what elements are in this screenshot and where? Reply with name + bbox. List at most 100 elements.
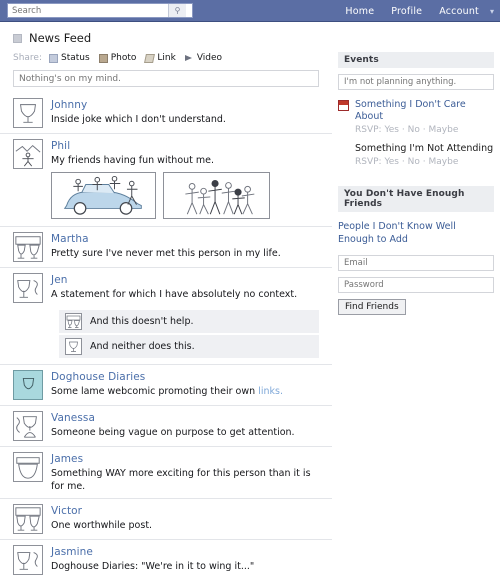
share-status-label: Status — [61, 53, 90, 63]
events-section-header: Events — [338, 52, 494, 68]
rsvp-maybe-link[interactable]: Maybe — [429, 157, 459, 167]
password-field-wrap[interactable] — [338, 277, 494, 293]
avatar[interactable] — [13, 273, 43, 303]
avatar[interactable] — [13, 370, 43, 400]
password-field[interactable] — [339, 278, 493, 292]
event-title[interactable]: Something I Don't Care About — [355, 99, 494, 123]
post-author-name[interactable]: Johnny — [51, 99, 319, 112]
news-feed-icon — [13, 33, 22, 43]
share-link-button[interactable]: Link — [144, 53, 176, 63]
photo-thumbnail-car[interactable] — [51, 172, 156, 219]
goblet-icon — [22, 378, 35, 390]
search-icon[interactable]: ⚲ — [168, 4, 186, 17]
status-input[interactable] — [14, 71, 318, 86]
post-text: Doghouse Diaries: "We're in it to wing i… — [51, 561, 255, 572]
rsvp-separator: · — [401, 125, 405, 135]
post-text: Pretty sure I've never met this person i… — [51, 248, 281, 259]
feed-post-jen: Jen A statement for which I have absolut… — [0, 267, 332, 308]
find-friends-button[interactable]: Find Friends — [338, 299, 406, 315]
post-author-name[interactable]: Jasmine — [51, 546, 319, 559]
sidebar: Events Something I Don't Care About RSVP… — [338, 52, 494, 315]
post-text: One worthwhile post. — [51, 520, 153, 531]
post-author-name[interactable]: Doghouse Diaries — [51, 371, 319, 384]
rsvp-separator: · — [401, 157, 405, 167]
rsvp-label: RSVP: — [355, 125, 382, 135]
link-icon — [144, 53, 156, 63]
rsvp-label: RSVP: — [355, 157, 382, 167]
post-author-name[interactable]: Martha — [51, 233, 319, 246]
feed-post-vanessa: Vanessa Someone being vague on purpose t… — [0, 405, 332, 446]
goblet-icon — [19, 104, 37, 123]
avatar[interactable] — [13, 504, 43, 534]
search-input[interactable] — [8, 4, 168, 17]
rsvp-no-link[interactable]: No — [408, 157, 420, 167]
nav-link-profile[interactable]: Profile — [391, 6, 422, 17]
comment-text: And this doesn't help. — [90, 316, 194, 327]
goblet-curve-icon — [17, 280, 38, 298]
feed-post-james: James Something WAY more exciting for th… — [0, 446, 332, 498]
friends-section-header: You Don't Have Enough Friends — [338, 186, 494, 212]
post-text-prefix: Some lame webcomic promoting their own — [51, 386, 259, 397]
event-input[interactable] — [339, 75, 493, 89]
post-text: Something WAY more exciting for this per… — [51, 468, 311, 492]
post-author-name[interactable]: Jen — [51, 274, 319, 287]
post-author-name[interactable]: Vanessa — [51, 412, 319, 425]
feed-post-doghouse-diaries: Doghouse Diaries Some lame webcomic prom… — [0, 364, 332, 405]
hourglass-icon — [16, 416, 37, 438]
avatar[interactable] — [65, 338, 82, 355]
top-navigation-bar: ⚲ Home Profile Account ▾ — [0, 0, 500, 22]
feed-post-phil: Phil My friends having fun without me. — [0, 133, 332, 226]
avatar[interactable] — [13, 98, 43, 128]
email-field-wrap[interactable] — [338, 255, 494, 271]
event-rsvp-row: RSVP: Yes · No · Maybe — [338, 124, 494, 137]
event-title: Something I'm Not Attending — [355, 143, 494, 154]
share-photo-label: Photo — [110, 53, 137, 63]
nav-link-home[interactable]: Home — [345, 6, 374, 17]
share-photo-button[interactable]: Photo — [98, 53, 137, 63]
post-text: My friends having fun without me. — [51, 155, 215, 166]
avatar[interactable] — [13, 545, 43, 575]
rsvp-yes-link[interactable]: Yes — [384, 157, 399, 167]
avatar[interactable] — [13, 232, 43, 262]
avatar[interactable] — [13, 411, 43, 441]
share-video-button[interactable]: Video — [184, 53, 222, 63]
event-rsvp-row: RSVP: Yes · No · Maybe — [338, 156, 494, 169]
share-status-button[interactable]: Status — [49, 53, 90, 63]
nav-link-account[interactable]: Account — [439, 6, 479, 17]
post-author-name[interactable]: Phil — [51, 140, 319, 153]
event-item: Something I'm Not Attending — [338, 143, 494, 155]
avatar[interactable] — [13, 452, 43, 482]
feed-post-jasmine: Jasmine Doghouse Diaries: "We're in it t… — [0, 539, 332, 580]
post-inline-link[interactable]: links. — [258, 386, 283, 397]
goblet-curve-icon — [17, 552, 38, 570]
two-figures-icon — [15, 507, 41, 531]
top-nav-links: Home Profile Account ▾ — [345, 0, 494, 22]
post-text: Some lame webcomic promoting their own l… — [51, 385, 319, 398]
avatar[interactable] — [65, 313, 82, 330]
event-item: Something I Don't Care About — [338, 99, 494, 123]
rsvp-no-link[interactable]: No — [408, 125, 420, 135]
rsvp-maybe-link[interactable]: Maybe — [429, 125, 459, 135]
feed-post-martha: Martha Pretty sure I've never met this p… — [0, 226, 332, 267]
search-box[interactable]: ⚲ — [7, 3, 193, 18]
post-author-name[interactable]: James — [51, 453, 319, 466]
rsvp-yes-link[interactable]: Yes — [384, 125, 399, 135]
news-feed-column: Share: Status Photo Link Video Nothing's… — [0, 50, 332, 580]
goblet-icon — [69, 341, 78, 352]
comment-item: And this doesn't help. — [59, 310, 319, 333]
feed-post-johnny: Johnny Inside joke which I don't underst… — [0, 93, 332, 133]
chevron-down-icon[interactable]: ▾ — [490, 7, 494, 16]
status-composer[interactable] — [13, 70, 319, 87]
share-label: Share: — [13, 53, 43, 63]
rsvp-separator: · — [422, 157, 426, 167]
calendar-icon — [338, 100, 349, 111]
post-author-name[interactable]: Victor — [51, 505, 319, 518]
email-field[interactable] — [339, 256, 493, 270]
bowl-icon — [16, 457, 40, 479]
share-toolbar: Share: Status Photo Link Video — [0, 50, 332, 66]
photo-thumbnail-crowd[interactable] — [163, 172, 270, 219]
event-composer[interactable] — [338, 74, 494, 90]
avatar[interactable] — [13, 139, 43, 169]
post-text: Someone being vague on purpose to get at… — [51, 427, 295, 438]
friends-suggestion-link[interactable]: People I Don't Know Well Enough to Add — [338, 220, 494, 246]
